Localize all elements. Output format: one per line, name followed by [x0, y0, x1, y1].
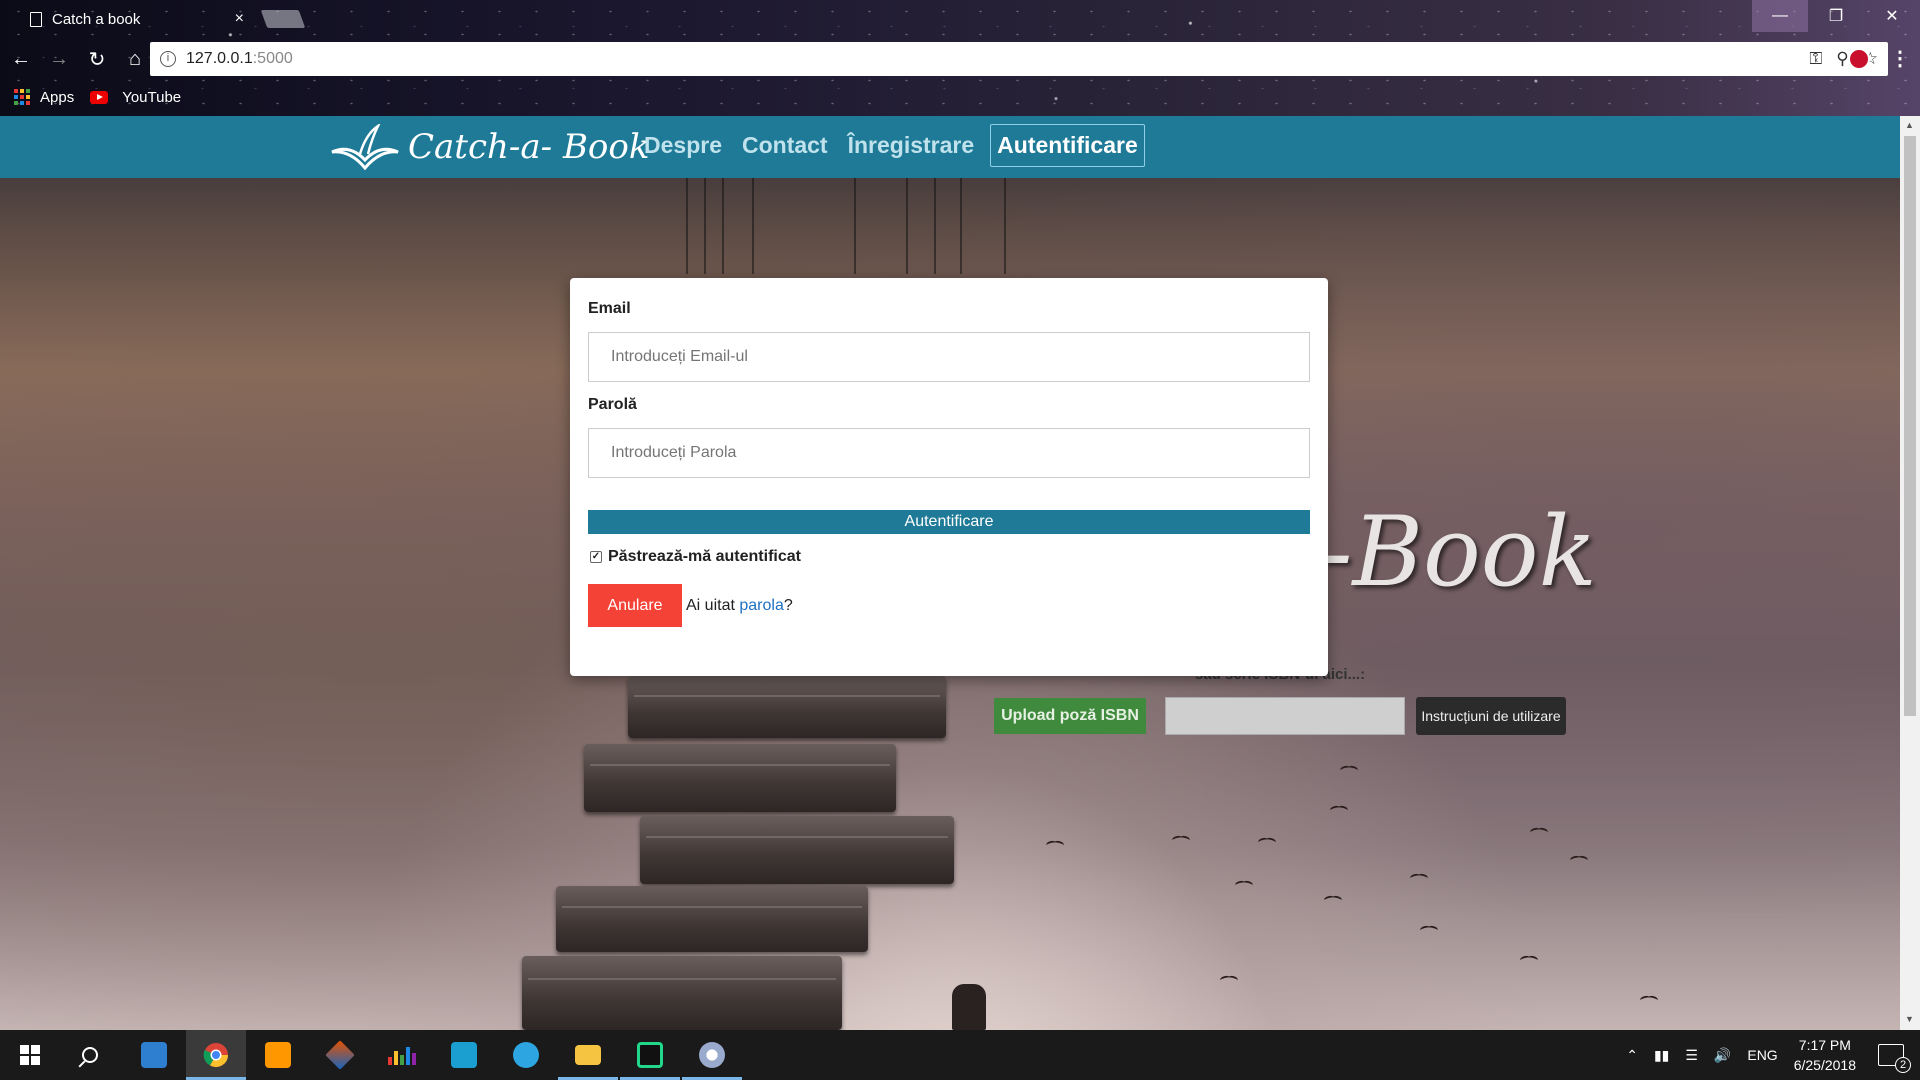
clock-date: 6/25/2018 [1793, 1057, 1856, 1073]
bookmark-youtube[interactable]: YouTube [90, 89, 181, 106]
browser-tab[interactable]: Catch a book × [10, 0, 256, 38]
telegram-icon[interactable] [496, 1030, 556, 1080]
home-icon[interactable]: ⌂ [118, 42, 152, 76]
forgot-prefix: Ai uitat [686, 596, 735, 614]
password-field[interactable] [588, 428, 1310, 478]
this-pc-icon[interactable] [124, 1030, 184, 1080]
url-host: 127.0.0.1 [186, 50, 253, 67]
forgot-password-link[interactable]: parola [739, 597, 783, 615]
nav-inregistrare[interactable]: Înregistrare [844, 126, 979, 165]
logo-text: Catch-a- Book [408, 127, 650, 167]
tab-title: Catch a book [52, 10, 141, 28]
hero-title: -Book [1320, 496, 1597, 608]
book-bird-logo-icon [331, 124, 399, 170]
email-field[interactable] [588, 332, 1310, 382]
matlab-icon[interactable] [310, 1030, 370, 1080]
login-submit-button[interactable]: Autentificare [588, 510, 1310, 534]
extension-icon[interactable] [1848, 48, 1870, 70]
login-modal: Email Parolă Autentificare ✓ Păstrează-m… [570, 278, 1328, 676]
browser-chrome: Catch a book × — ❐ ✕ ← → ↻ ⌂ i 127.0.0.1… [0, 0, 1920, 116]
notification-count: 2 [1895, 1057, 1911, 1073]
instructions-button[interactable]: Instrucțiuni de utilizare [1416, 697, 1566, 735]
person-silhouette [952, 984, 986, 1030]
site-info-icon[interactable]: i [160, 51, 176, 67]
bookmarks-bar: Apps YouTube [0, 82, 1920, 112]
equalizer-icon[interactable] [372, 1030, 432, 1080]
browser-toolbar: ← → ↻ ⌂ i 127.0.0.1:5000 ⚿ ⚲ ☆ ⋮ [0, 38, 1920, 80]
pycharm-icon[interactable] [620, 1030, 680, 1080]
forgot-suffix: ? [783, 596, 793, 614]
remember-label: Păstrează-mă autentificat [608, 548, 801, 565]
remember-row: ✓ Păstrează-mă autentificat [588, 548, 1310, 566]
upload-isbn-button[interactable]: Upload poză ISBN [994, 698, 1146, 734]
bookmark-label: YouTube [122, 88, 182, 106]
windows-taskbar: ⌃ ▮▮ ☰ 🔊 ENG 7:17 PM 6/25/2018 2 [0, 1030, 1920, 1080]
instagram-icon[interactable] [434, 1030, 494, 1080]
nav-links: Despre Contact Înregistrare Autentificar… [640, 124, 1145, 167]
zoom-icon[interactable]: ⚲ [1836, 49, 1848, 69]
address-bar[interactable]: i 127.0.0.1:5000 ⚿ ⚲ ☆ [150, 42, 1888, 76]
tab-close-icon[interactable]: × [235, 10, 244, 28]
close-window-button[interactable]: ✕ [1864, 0, 1920, 32]
page-viewport: Catch-a- Book Despre Contact Înregistrar… [0, 116, 1900, 1030]
search-icon[interactable] [60, 1030, 120, 1080]
language-indicator[interactable]: ENG [1747, 1047, 1777, 1063]
volume-icon[interactable]: 🔊 [1714, 1047, 1731, 1064]
sublime-text-icon[interactable] [248, 1030, 308, 1080]
hanging-lines-decoration [686, 178, 1006, 274]
wifi-icon[interactable]: ☰ [1685, 1047, 1698, 1064]
site-navbar: Catch-a- Book Despre Contact Înregistrar… [0, 116, 1900, 178]
chrome-icon[interactable] [186, 1030, 246, 1080]
nav-despre[interactable]: Despre [640, 126, 726, 165]
password-label: Parolă [588, 396, 637, 413]
nav-contact[interactable]: Contact [738, 126, 832, 165]
paint-icon[interactable] [682, 1030, 742, 1080]
apps-grid-icon [14, 89, 30, 105]
bookmark-label: Apps [40, 88, 75, 106]
clock-time: 7:17 PM [1798, 1037, 1851, 1053]
back-arrow-icon[interactable]: ← [4, 42, 38, 76]
modal-footer: Anulare Ai uitat parola? [588, 584, 1310, 627]
maximize-button[interactable]: ❐ [1808, 0, 1864, 32]
minimize-button[interactable]: — [1752, 0, 1808, 32]
chrome-menu-icon[interactable]: ⋮ [1890, 46, 1910, 71]
nav-autentificare[interactable]: Autentificare [990, 124, 1145, 167]
scrollbar-thumb[interactable] [1904, 136, 1916, 716]
system-tray: ⌃ ▮▮ ☰ 🔊 ENG 7:17 PM 6/25/2018 2 [1626, 1030, 1920, 1080]
windows-start-icon[interactable] [0, 1030, 60, 1080]
reload-icon[interactable]: ↻ [80, 42, 114, 76]
notification-center-icon[interactable]: 2 [1878, 1044, 1911, 1073]
site-logo[interactable]: Catch-a- Book [330, 122, 649, 172]
url-port: :5000 [252, 50, 293, 67]
clock[interactable]: 7:17 PM 6/25/2018 [1794, 1035, 1856, 1075]
cancel-button[interactable]: Anulare [588, 584, 682, 627]
folder-icon[interactable] [558, 1030, 618, 1080]
bookmark-apps[interactable]: Apps [14, 89, 74, 106]
document-icon [30, 11, 42, 27]
new-tab-button[interactable] [260, 10, 306, 28]
key-icon[interactable]: ⚿ [1809, 49, 1822, 69]
chevron-up-icon[interactable]: ⌃ [1626, 1047, 1638, 1064]
battery-icon[interactable]: ▮▮ [1654, 1047, 1669, 1064]
scroll-down-icon[interactable]: ▼ [1905, 1014, 1914, 1024]
isbn-input[interactable] [1165, 697, 1405, 735]
scroll-up-icon[interactable]: ▲ [1905, 120, 1914, 130]
forward-arrow-icon[interactable]: → [42, 42, 76, 76]
youtube-icon [90, 90, 109, 104]
email-label: Email [588, 300, 631, 317]
page-scrollbar[interactable]: ▲ ▼ [1900, 116, 1920, 1030]
remember-checkbox[interactable]: ✓ [590, 551, 602, 563]
